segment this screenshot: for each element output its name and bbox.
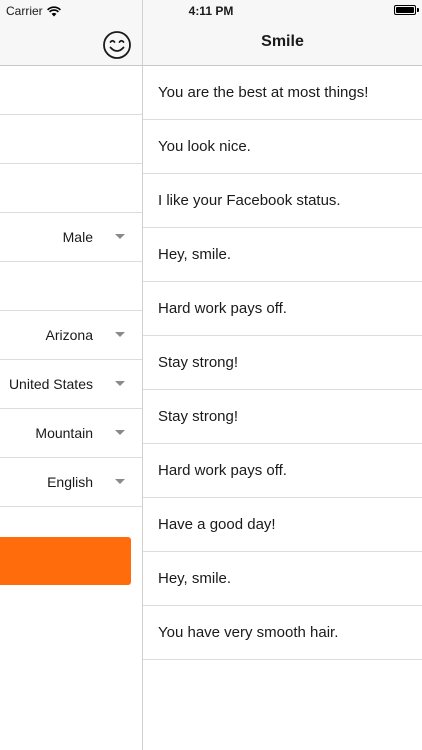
message-list: You are the best at most things! You look… <box>143 66 422 660</box>
message-item[interactable]: I like your Facebook status. <box>143 174 422 228</box>
field-value: United States <box>8 376 93 392</box>
dropdown-arrow-icon[interactable] <box>115 430 125 435</box>
submit-button[interactable] <box>0 537 131 585</box>
page-title: Smile <box>261 33 304 50</box>
battery-level <box>396 7 414 13</box>
message-item[interactable]: You look nice. <box>143 120 422 174</box>
settings-panel: Male Arizona United States Mountain English <box>0 0 142 750</box>
select-field[interactable]: Mountain <box>0 409 142 458</box>
message-item[interactable]: Hey, smile. <box>143 552 422 606</box>
message-item[interactable]: Hey, smile. <box>143 228 422 282</box>
settings-form: Male Arizona United States Mountain English <box>0 66 142 507</box>
dropdown-arrow-icon[interactable] <box>115 234 125 239</box>
select-field[interactable]: English <box>0 458 142 507</box>
message-item[interactable]: Have a good day! <box>143 498 422 552</box>
battery-tip <box>417 8 419 12</box>
smile-panel: Smile You are the best at most things! Yo… <box>142 0 422 750</box>
status-time: 4:11 PM <box>188 4 234 18</box>
message-item[interactable]: You are the best at most things! <box>143 66 422 120</box>
text-field[interactable] <box>0 164 142 213</box>
battery-icon <box>394 5 416 15</box>
dropdown-arrow-icon[interactable] <box>115 381 125 386</box>
dropdown-arrow-icon[interactable] <box>115 479 125 484</box>
text-field[interactable] <box>0 115 142 164</box>
select-field[interactable]: United States <box>0 360 142 409</box>
message-item[interactable]: You have very smooth hair. <box>143 606 422 660</box>
message-item[interactable]: Hard work pays off. <box>143 444 422 498</box>
select-field[interactable]: Male <box>0 213 142 262</box>
field-value: Male <box>62 229 93 245</box>
message-item[interactable]: Stay strong! <box>143 390 422 444</box>
status-bar: Carrier 4:11 PM <box>0 0 422 22</box>
select-field[interactable]: Arizona <box>0 311 142 360</box>
field-value: Arizona <box>45 327 93 343</box>
field-value: Mountain <box>35 425 93 441</box>
text-field[interactable] <box>0 66 142 115</box>
smiley-face-icon[interactable] <box>102 30 132 60</box>
field-value: English <box>47 474 93 490</box>
dropdown-arrow-icon[interactable] <box>115 332 125 337</box>
message-item[interactable]: Stay strong! <box>143 336 422 390</box>
message-item[interactable]: Hard work pays off. <box>143 282 422 336</box>
text-field[interactable] <box>0 262 142 311</box>
